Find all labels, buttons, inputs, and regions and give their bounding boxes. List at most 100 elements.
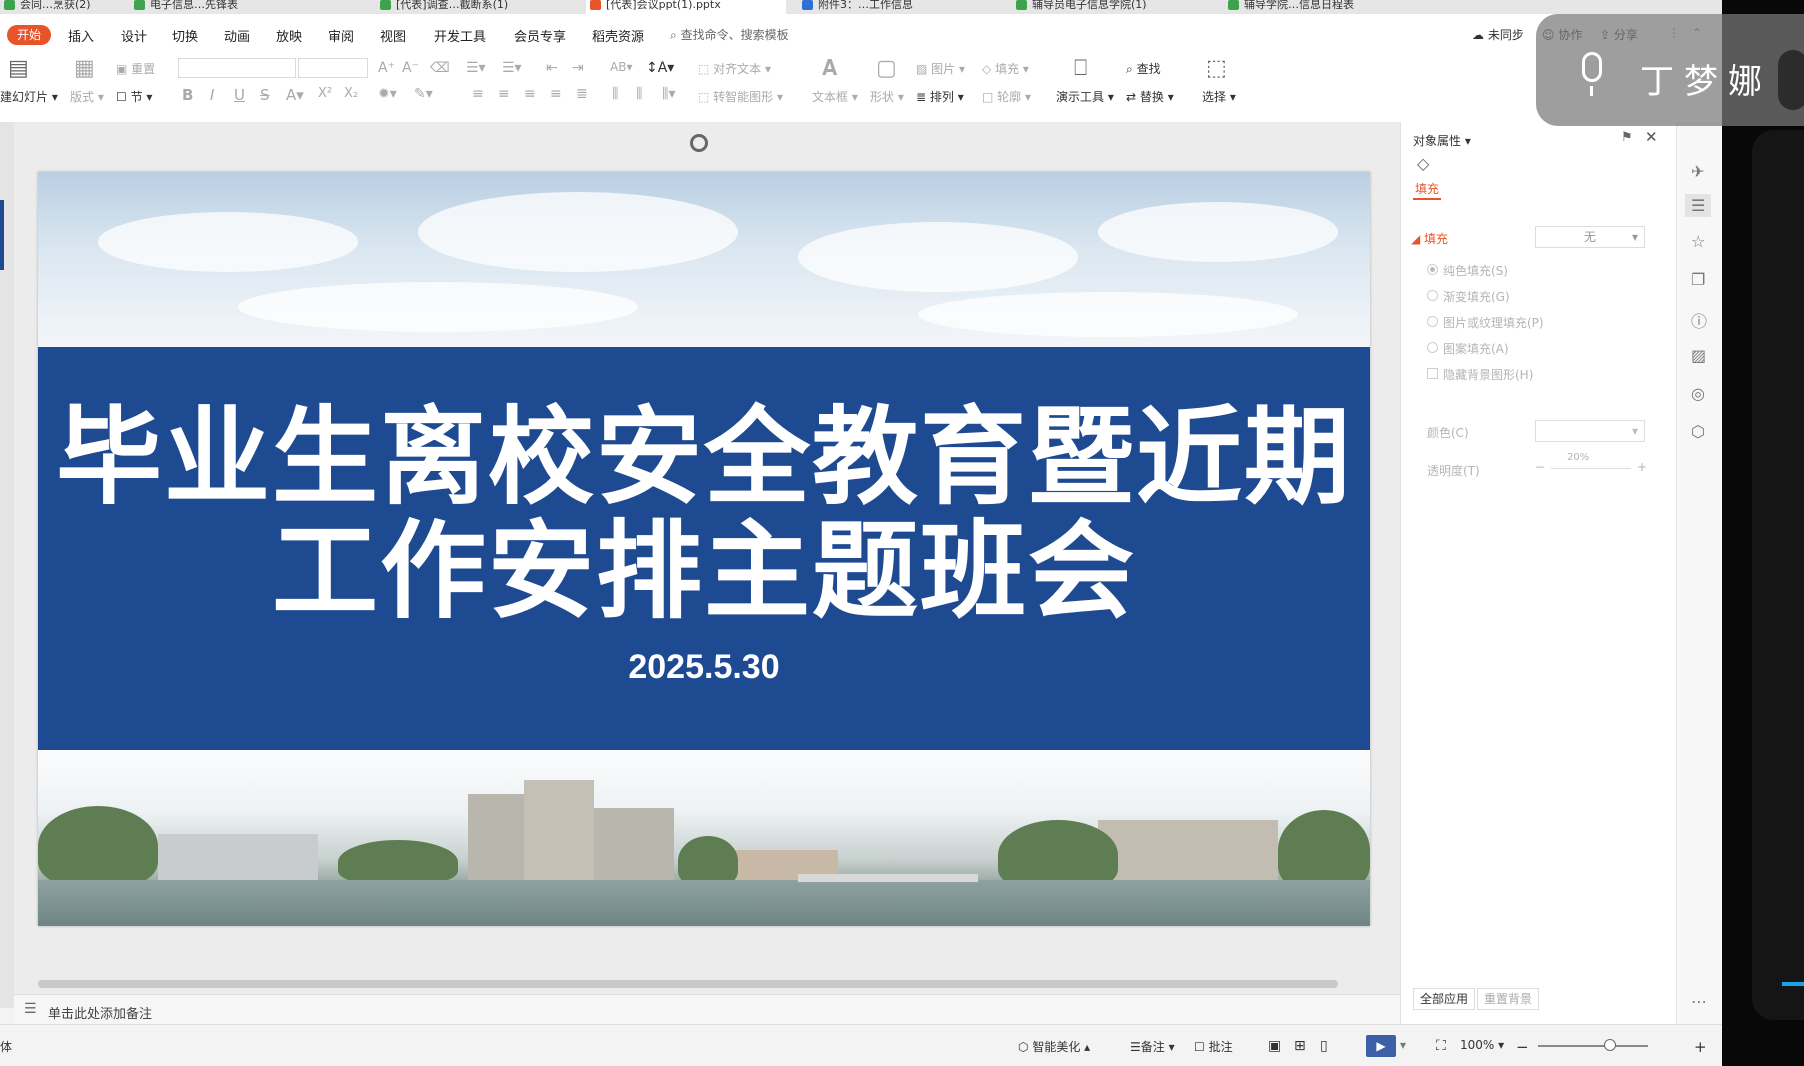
paint-bucket-icon[interactable]: ◇	[1417, 154, 1429, 173]
slide-date[interactable]: 2025.5.30	[38, 648, 1370, 687]
pin-icon[interactable]: ⚑	[1621, 130, 1633, 145]
help-icon[interactable]: ⓘ	[1691, 308, 1707, 332]
align-right-icon[interactable]: ≡	[524, 86, 536, 102]
text-effect-icon[interactable]: ✹▾	[378, 86, 397, 102]
compass-icon[interactable]: ◎	[1691, 384, 1705, 403]
new-slide-button[interactable]: 建幻灯片 ▾	[0, 88, 58, 105]
sorter-view-icon[interactable]: ⊞	[1294, 1038, 1306, 1054]
textbox-icon[interactable]: 𝐀	[822, 56, 837, 81]
sync-status[interactable]: ☁ 未同步	[1472, 26, 1524, 43]
menu-review[interactable]: 审阅	[328, 26, 354, 45]
highlight-icon[interactable]: ✎▾	[414, 86, 433, 102]
color-select[interactable]: ▾	[1535, 420, 1645, 442]
chevron-down-icon[interactable]: ▾	[1400, 1038, 1406, 1052]
fill-tab[interactable]: 填充	[1415, 180, 1439, 197]
menu-start[interactable]: 开始	[7, 25, 51, 45]
font-color-icon[interactable]: A▾	[286, 86, 304, 104]
font-size-select[interactable]	[298, 58, 368, 78]
menu-design[interactable]: 设计	[121, 26, 147, 45]
slide-title-line-2[interactable]: 工作安排主题班会	[38, 512, 1370, 632]
distribute-icon[interactable]: ≣	[576, 86, 588, 102]
thumbnail-panel-collapsed[interactable]	[0, 122, 14, 1008]
voice-input-overlay[interactable]: 丁梦娜	[1536, 14, 1804, 126]
italic-icon[interactable]: I	[210, 86, 214, 104]
close-icon[interactable]: ✕	[1645, 128, 1658, 146]
arrange-button[interactable]: ≣ 排列 ▾	[916, 88, 964, 105]
strikethrough-icon[interactable]: S	[260, 86, 270, 104]
scrollbar-thumb[interactable]	[38, 980, 1338, 988]
menu-animation[interactable]: 动画	[224, 26, 250, 45]
zoom-level[interactable]: 100% ▾	[1460, 1038, 1504, 1052]
new-slide-icon[interactable]: ▤	[8, 56, 29, 81]
transparency-minus[interactable]: −	[1535, 460, 1545, 474]
font-size-up-icon[interactable]: A⁺	[378, 60, 395, 76]
line-height-icon[interactable]: ⫼▾	[662, 86, 675, 102]
notes-bar[interactable]: ☰ 单击此处添加备注	[14, 994, 1400, 1025]
file-tab-3[interactable]: [代表]调查…截断系(1)	[376, 0, 566, 14]
align-center-icon[interactable]: ≡	[498, 86, 510, 102]
underline-icon[interactable]: U	[234, 86, 245, 104]
decrease-indent-icon[interactable]: ⇤	[546, 60, 558, 76]
slide-title-line-1[interactable]: 毕业生离校安全教育暨近期	[38, 398, 1370, 518]
column-icon[interactable]: ⫼	[612, 86, 618, 102]
file-tab-1[interactable]: 会同…烹获(2)	[0, 0, 110, 14]
horizontal-scrollbar[interactable]	[20, 978, 1388, 990]
menu-transition[interactable]: 切换	[172, 26, 198, 45]
file-tab-4[interactable]: [代表]会议ppt(1).pptx	[586, 0, 786, 14]
find-button[interactable]: ⌕ 查找	[1126, 60, 1161, 77]
menu-insert[interactable]: 插入	[68, 26, 94, 45]
text-direction-icon[interactable]: AB▾	[610, 60, 632, 74]
file-tab-6[interactable]: 辅导员电子信息学院(1)	[1012, 0, 1212, 14]
menu-docer[interactable]: 稻壳资源	[592, 26, 644, 45]
rocket-icon[interactable]: ✈	[1691, 162, 1704, 181]
gradient-fill-radio[interactable]	[1427, 290, 1438, 301]
zoom-slider[interactable]	[1538, 1045, 1648, 1047]
command-search[interactable]: ⌕ 查找命令、搜索模板	[670, 26, 789, 43]
align-text-button[interactable]: ⬚ 对齐文本 ▾	[698, 60, 771, 77]
fill-section-toggle[interactable]: ◢ 填充	[1411, 230, 1448, 247]
fill-button[interactable]: ◇ 填充 ▾	[982, 60, 1029, 77]
apply-all-button[interactable]: 全部应用	[1413, 988, 1476, 1010]
bullet-list-icon[interactable]: ☰▾	[466, 60, 486, 76]
reset-button[interactable]: ▣ 重置	[116, 60, 155, 77]
present-tools-icon[interactable]: ⎕	[1074, 56, 1087, 81]
voice-control-button[interactable]	[1778, 50, 1804, 110]
menu-slideshow[interactable]: 放映	[276, 26, 302, 45]
properties-icon[interactable]: ☰	[1685, 194, 1712, 217]
layout-button[interactable]: 版式 ▾	[70, 88, 104, 105]
zoom-out-button[interactable]: −	[1516, 1038, 1529, 1056]
subscript-icon[interactable]: X₂	[344, 86, 358, 101]
comments-button[interactable]: ☐ 批注	[1194, 1038, 1233, 1055]
fill-type-select[interactable]: 无 ▾	[1535, 226, 1645, 248]
textbox-button[interactable]: 文本框 ▾	[812, 88, 858, 105]
reading-view-icon[interactable]: ▯	[1320, 1038, 1328, 1054]
font-size-down-icon[interactable]: A⁻	[402, 60, 419, 76]
align-left-icon[interactable]: ≡	[472, 86, 484, 102]
replace-button[interactable]: ⇄ 替换 ▾	[1126, 88, 1174, 105]
line-spacing-icon[interactable]: ↕A▾	[646, 60, 674, 76]
fit-window-icon[interactable]: ⛶	[1436, 1038, 1446, 1054]
picture-fill-radio[interactable]	[1427, 316, 1438, 327]
paragraph-spacing-icon[interactable]: ⫼	[636, 86, 642, 102]
solid-fill-radio[interactable]	[1427, 264, 1438, 275]
section-button[interactable]: ☐ 节 ▾	[116, 88, 152, 105]
image-icon[interactable]: ▨	[1691, 346, 1706, 365]
clear-format-icon[interactable]: ⌫	[430, 60, 450, 76]
normal-view-icon[interactable]: ▣	[1268, 1038, 1281, 1054]
smart-shape-button[interactable]: ⬚ 转智能图形 ▾	[698, 88, 783, 105]
pane-header[interactable]: 对象属性 ▾	[1413, 132, 1471, 149]
pattern-fill-radio[interactable]	[1427, 342, 1438, 353]
outline-button[interactable]: □ 轮廓 ▾	[982, 88, 1031, 105]
notes-toggle-button[interactable]: ☰备注 ▾	[1130, 1038, 1175, 1055]
select-icon[interactable]: ⬚	[1206, 56, 1227, 81]
layout-icon[interactable]: ▦	[74, 56, 95, 81]
superscript-icon[interactable]: X²	[318, 86, 332, 101]
file-tab-7[interactable]: 辅导学院…信息日程表	[1224, 0, 1424, 14]
hide-bg-checkbox[interactable]	[1427, 368, 1438, 379]
present-tools-button[interactable]: 演示工具 ▾	[1056, 88, 1114, 105]
select-button[interactable]: 选择 ▾	[1202, 88, 1236, 105]
zoom-in-button[interactable]: +	[1694, 1038, 1707, 1056]
file-tab-2[interactable]: 电子信息…先锋表	[130, 0, 320, 14]
play-icon[interactable]: ▶	[1366, 1035, 1396, 1057]
cube-icon[interactable]: ⬡	[1691, 422, 1705, 441]
